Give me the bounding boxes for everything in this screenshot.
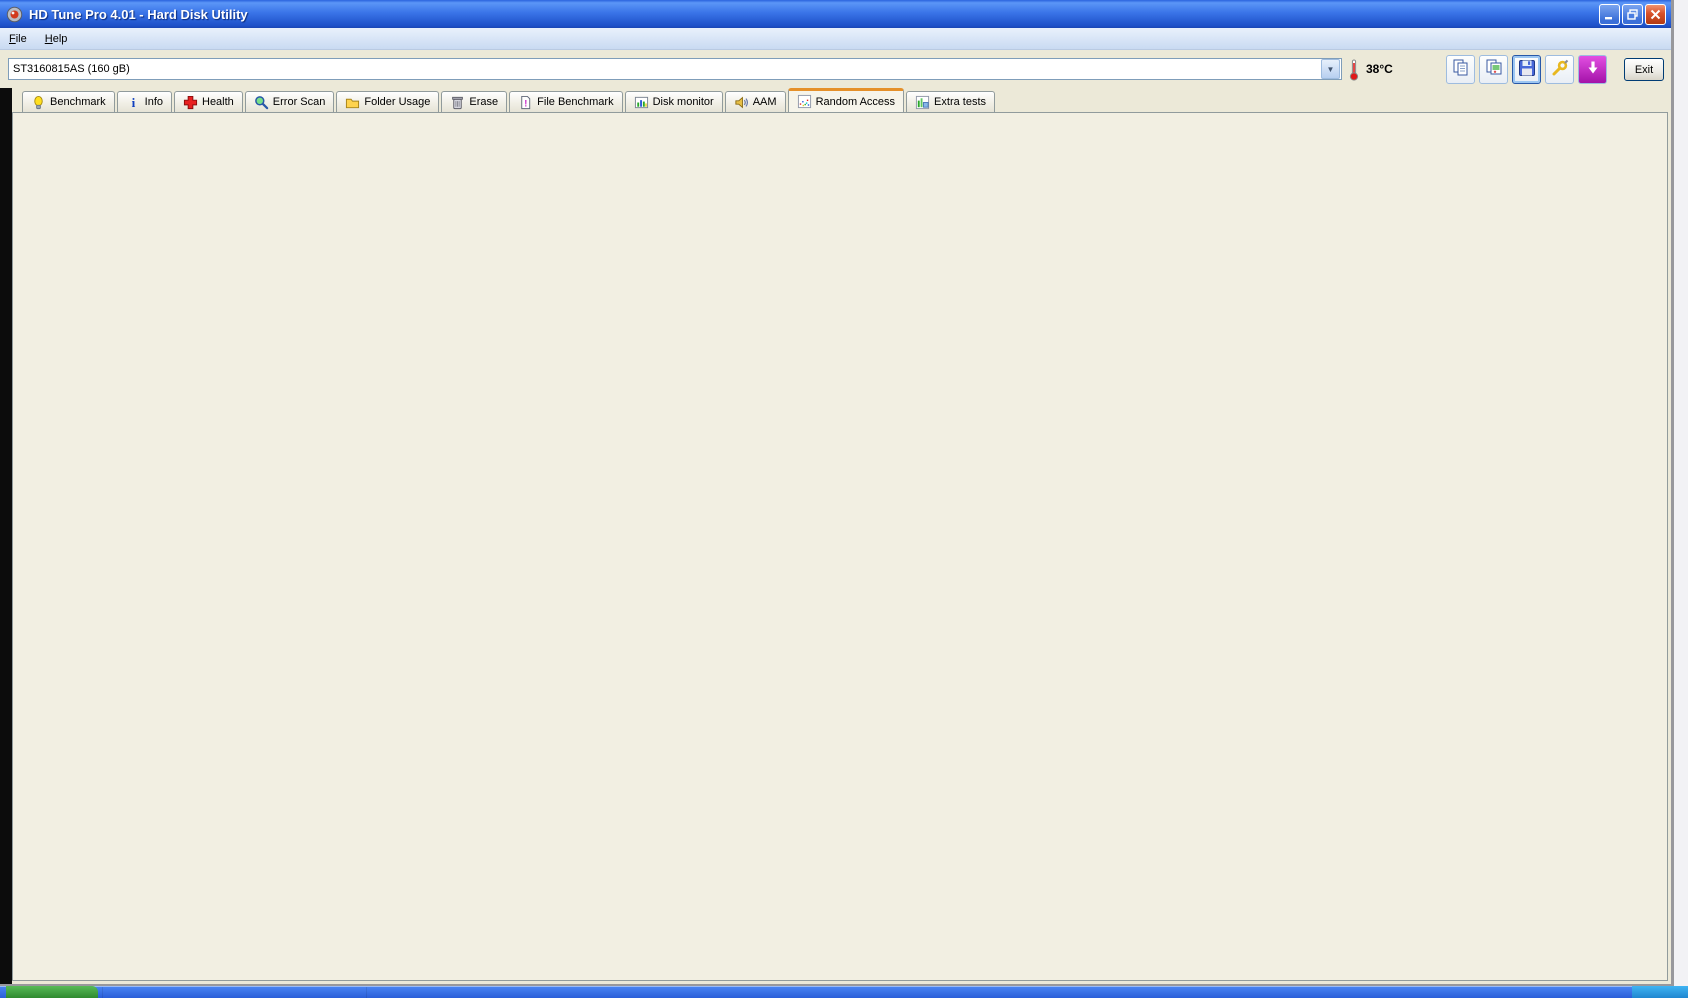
save-icon	[1517, 58, 1537, 81]
tab-label: Info	[144, 96, 163, 108]
tab-label: Folder Usage	[364, 96, 431, 108]
menu-item-help[interactable]: Help	[36, 31, 77, 47]
folder-usage-icon	[345, 95, 360, 110]
exit-button[interactable]: Exit	[1624, 58, 1664, 81]
save-button[interactable]	[1512, 55, 1541, 84]
tab-label: Benchmark	[50, 96, 106, 108]
benchmark-icon	[31, 95, 46, 110]
window-title: HD Tune Pro 4.01 - Hard Disk Utility	[29, 6, 248, 22]
info-icon: i	[126, 95, 141, 110]
tab-label: Disk monitor	[652, 96, 714, 108]
disk-monitor-icon	[634, 95, 649, 110]
taskbar-tray-edge	[1632, 986, 1688, 998]
tab-label: Random Access	[815, 95, 896, 108]
copy-text-button[interactable]	[1446, 55, 1475, 84]
error-scan-icon	[254, 95, 269, 110]
svg-text:i: i	[131, 95, 135, 110]
chevron-down-icon[interactable]: ▼	[1321, 59, 1340, 79]
app-icon	[6, 6, 23, 23]
drive-select-value: ST3160815AS (160 gB)	[13, 63, 130, 75]
tab-label: Erase	[469, 96, 499, 108]
random-access-icon	[797, 94, 812, 109]
restore-button[interactable]	[1622, 4, 1643, 25]
copy-text-icon	[1451, 58, 1471, 81]
start-menu-button[interactable]	[6, 986, 98, 998]
titlebar: HD Tune Pro 4.01 - Hard Disk Utility	[0, 0, 1674, 28]
window-left-edge	[0, 88, 12, 986]
tab-page-random-access	[12, 112, 1668, 981]
tab-aam[interactable]: AAM	[724, 91, 786, 112]
tab-error-scan[interactable]: Error Scan	[244, 91, 335, 112]
tab-label: Health	[202, 96, 234, 108]
tab-label: AAM	[752, 96, 777, 108]
toolbar: ST3160815AS (160 gB) ▼ 38°C Exit	[0, 50, 1674, 90]
menu-item-file[interactable]: File	[0, 31, 36, 47]
tabstrip: Benchmark i Info Health Error Scan Folder Usa…	[22, 88, 996, 112]
tab-folder-usage[interactable]: Folder Usage	[336, 91, 440, 112]
tab-info[interactable]: i Info	[116, 91, 172, 112]
window-right-border	[1671, 0, 1674, 986]
taskbar[interactable]	[0, 986, 1688, 998]
svg-text:!: !	[524, 98, 527, 108]
aam-icon	[734, 95, 749, 110]
copy-image-button[interactable]	[1479, 55, 1508, 84]
menubar: File Help	[0, 28, 1674, 50]
tab-file-benchmark[interactable]: ! File Benchmark	[509, 91, 623, 112]
file-benchmark-icon: !	[518, 95, 533, 110]
drive-select[interactable]: ST3160815AS (160 gB) ▼	[8, 58, 1342, 80]
close-button[interactable]	[1645, 4, 1666, 25]
copy-image-icon	[1484, 58, 1504, 81]
extra-tests-icon	[915, 95, 930, 110]
thermometer-icon	[1348, 59, 1360, 84]
update-icon	[1583, 58, 1603, 81]
tab-benchmark[interactable]: Benchmark	[22, 91, 115, 112]
update-button[interactable]	[1578, 55, 1607, 84]
tab-label: Extra tests	[934, 96, 987, 108]
temperature-label: 38°C	[1366, 62, 1393, 76]
erase-icon	[450, 95, 465, 110]
minimize-button[interactable]	[1599, 4, 1620, 25]
options-button[interactable]	[1545, 55, 1574, 84]
tab-disk-monitor[interactable]: Disk monitor	[624, 91, 723, 112]
tab-label: File Benchmark	[537, 96, 614, 108]
app-window: HD Tune Pro 4.01 - Hard Disk Utility Fil…	[0, 0, 1674, 986]
tab-health[interactable]: Health	[174, 91, 243, 112]
tab-label: Error Scan	[272, 96, 326, 108]
tab-random-access[interactable]: Random Access	[787, 88, 905, 112]
health-icon	[183, 95, 198, 110]
tab-erase[interactable]: Erase	[441, 91, 508, 112]
desktop: HD Tune Pro 4.01 - Hard Disk Utility Fil…	[0, 0, 1688, 998]
tab-extra-tests[interactable]: Extra tests	[906, 91, 996, 112]
options-icon	[1550, 58, 1570, 81]
